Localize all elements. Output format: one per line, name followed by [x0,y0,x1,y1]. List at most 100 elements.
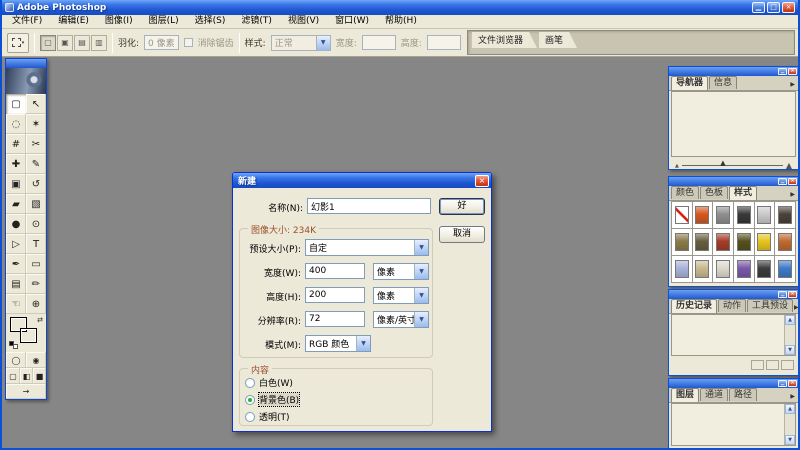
toolbox-banner[interactable] [6,68,46,94]
pen-tool[interactable]: ✒ [6,254,26,274]
resolution-unit-dropdown[interactable]: 像素/英寸 ▼ [373,311,429,328]
background-color-swatch[interactable] [20,328,37,343]
feather-input[interactable]: 0 像素 [144,35,179,50]
preset-size-dropdown[interactable]: 自定 ▼ [305,239,429,256]
fullscreen-mode-button[interactable]: ■ [33,368,46,384]
history-brush-tool[interactable]: ↺ [26,174,46,194]
zoom-out-icon[interactable]: ▲ [675,163,679,169]
style-swatch[interactable] [733,256,754,282]
zoom-slider-thumb[interactable]: ▲ [720,159,725,167]
menu-item[interactable]: 视图(V) [280,15,327,28]
palette-well-tab[interactable]: 文件浏览器 [472,32,537,48]
palette-tab[interactable]: 颜色 [671,186,700,199]
rectangle-tool[interactable]: ▭ [26,254,46,274]
contents-white-radio[interactable] [245,377,255,388]
zoom-slider[interactable]: ▲ ▲ ▲ [673,159,794,170]
move-tool[interactable]: ↖ [26,94,46,114]
menu-item[interactable]: 选择(S) [187,15,234,28]
default-colors-icon[interactable] [9,341,18,349]
notes-tool[interactable]: ▤ [6,274,26,294]
style-swatch[interactable] [733,202,754,228]
dodge-tool[interactable]: ⊙ [26,214,46,234]
contents-background-color-radio[interactable] [245,394,255,405]
zoom-in-icon[interactable]: ▲ [786,161,792,170]
flyout-menu-icon[interactable]: ▶ [790,393,796,402]
style-swatch[interactable] [672,256,692,282]
navigator-proxy-view[interactable] [671,91,796,157]
style-swatch[interactable] [713,256,733,282]
palette-tab[interactable]: 导航器 [671,76,709,90]
antialias-checkbox[interactable] [183,38,193,47]
intersect-selection-button[interactable]: ▥ [91,34,107,51]
style-swatch[interactable] [692,229,713,255]
style-swatch[interactable] [672,229,692,255]
menu-item[interactable]: 滤镜(T) [233,15,280,28]
style-swatch[interactable] [733,229,754,255]
scroll-up-icon[interactable]: ▲ [785,404,795,414]
toolbox-titlebar[interactable] [6,59,46,68]
new-snapshot-button[interactable] [766,359,779,370]
style-dropdown[interactable]: 正常 ▼ [270,34,331,51]
crop-tool[interactable]: # [6,134,26,154]
menu-item[interactable]: 图层(L) [141,15,187,28]
delete-state-button[interactable] [781,359,794,370]
gradient-tool[interactable]: ▧ [26,194,46,214]
palette-titlebar[interactable]: ▁ × [669,67,798,76]
width-input[interactable] [305,263,365,279]
scroll-up-icon[interactable]: ▲ [785,315,795,325]
palette-titlebar[interactable]: ▁ × [669,379,798,388]
menu-item[interactable]: 文件(F) [4,15,50,28]
scroll-down-icon[interactable]: ▼ [785,345,795,355]
zoom-tool[interactable]: ⊕ [26,294,46,314]
menu-item[interactable]: 编辑(E) [50,15,97,28]
palette-tab[interactable]: 历史记录 [671,299,718,313]
mode-dropdown[interactable]: RGB 颜色 ▼ [305,335,371,352]
close-button[interactable]: × [782,2,795,13]
path-selection-tool[interactable]: ▷ [6,234,26,254]
palette-tab[interactable]: 通道 [700,388,729,401]
standard-screen-mode-button[interactable]: ▢ [6,368,20,384]
scrollbar[interactable]: ▲ ▼ [784,404,795,445]
clone-stamp-tool[interactable]: ▣ [6,174,26,194]
lasso-tool[interactable]: ◌ [6,114,26,134]
swap-colors-icon[interactable]: ⇄ [37,316,43,324]
palette-titlebar[interactable]: ▁ × [669,290,798,299]
style-swatch[interactable] [775,229,795,255]
flyout-menu-icon[interactable]: ▶ [790,191,796,200]
eraser-tool[interactable]: ▰ [6,194,26,214]
tool-preset-picker[interactable]: ▾ [7,32,29,53]
new-selection-button[interactable]: ▢ [40,34,56,51]
style-swatch[interactable] [754,256,775,282]
brush-tool[interactable]: ✎ [26,154,46,174]
fullscreen-with-menu-button[interactable]: ◧ [20,368,33,384]
menu-item[interactable]: 窗口(W) [327,15,377,28]
minimize-icon[interactable]: ▁ [778,178,787,185]
cancel-button[interactable]: 取消 [439,226,485,243]
palette-tab[interactable]: 工具预设 [747,299,794,312]
new-document-from-state-button[interactable] [751,359,764,370]
ok-button[interactable]: 好 [439,198,485,215]
minimize-button[interactable]: ▁ [752,2,765,13]
rectangular-marquee-tool[interactable]: ▢ [6,94,26,114]
resolution-input[interactable] [305,311,365,327]
height-unit-dropdown[interactable]: 像素 ▼ [373,287,429,304]
close-icon[interactable]: × [788,380,797,387]
style-swatch[interactable] [692,202,713,228]
style-swatch[interactable] [754,202,775,228]
width-input[interactable] [361,35,396,50]
style-swatch[interactable] [775,256,795,282]
close-icon[interactable]: × [788,178,797,185]
close-icon[interactable]: × [788,291,797,298]
subtract-from-selection-button[interactable]: ▤ [74,34,90,51]
flyout-menu-icon[interactable]: ▶ [794,304,798,313]
menu-item[interactable]: 帮助(H) [377,15,425,28]
minimize-icon[interactable]: ▁ [778,380,787,387]
menu-item[interactable]: 图像(I) [97,15,141,28]
jump-to-imageready-button[interactable]: → [6,384,46,399]
add-to-selection-button[interactable]: ▣ [57,34,73,51]
palette-tab[interactable]: 图层 [671,388,700,402]
palette-tab[interactable]: 色板 [700,186,729,199]
no-style-swatch[interactable] [672,202,692,228]
style-swatch[interactable] [692,256,713,282]
scroll-down-icon[interactable]: ▼ [785,435,795,445]
